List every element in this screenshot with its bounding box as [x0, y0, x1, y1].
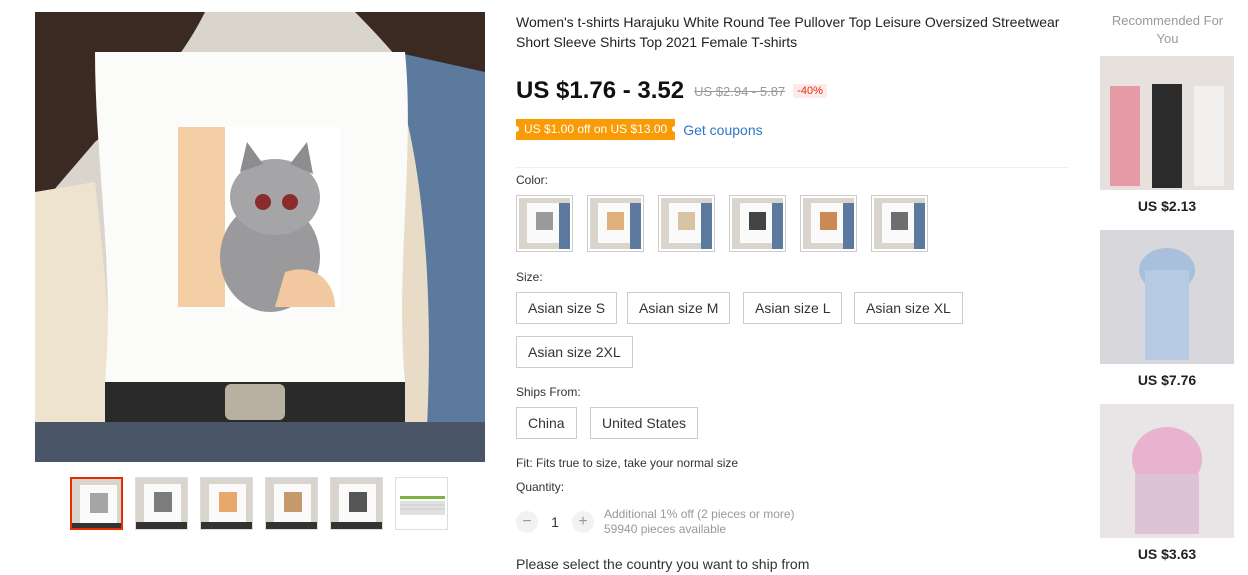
ships-from-united-states[interactable]: United States [590, 407, 699, 439]
original-price: US $2.94 - 5.87 [694, 83, 786, 99]
current-price: US $1.76 - 3.52 [516, 77, 685, 104]
get-coupons-link[interactable]: Get coupons [683, 122, 762, 138]
size-option-xl[interactable]: Asian size XL [854, 292, 963, 324]
color-swatches [516, 195, 928, 252]
quantity-label: Quantity: [516, 480, 565, 494]
quantity-info: Additional 1% off (2 pieces or more) 599… [604, 507, 795, 537]
color-swatch[interactable] [658, 195, 715, 252]
coupon-row: US $1.00 off on US $13.00 Get coupons [512, 119, 763, 140]
divider [516, 167, 1068, 168]
quantity-decrease-button[interactable]: − [516, 511, 538, 533]
main-product-image[interactable] [35, 12, 485, 462]
size-option-s[interactable]: Asian size S [516, 292, 618, 324]
thumbnail[interactable] [70, 477, 123, 530]
quantity-increase-button[interactable]: + [572, 511, 594, 533]
discount-badge: -40% [793, 84, 827, 98]
product-title: Women's t-shirts Harajuku White Round Te… [516, 14, 1060, 50]
recommended-column: Recommended For You US $2.13 US $7.76 US… [1095, 12, 1240, 562]
size-option-2xl[interactable]: Asian size 2XL [516, 336, 633, 368]
recommended-item-image[interactable] [1100, 404, 1234, 538]
bulk-discount-note: Additional 1% off (2 pieces or more) [604, 507, 795, 521]
quantity-stepper: − 1 + Additional 1% off (2 pieces or mor… [516, 507, 795, 537]
recommended-item[interactable]: US $3.63 [1100, 404, 1234, 562]
thumbnail-size-chart[interactable] [395, 477, 448, 530]
fit-note: Fit: Fits true to size, take your normal… [516, 456, 739, 470]
ships-from-china[interactable]: China [516, 407, 577, 439]
size-label: Size: [516, 270, 543, 284]
ship-country-prompt: Please select the country you want to sh… [516, 556, 810, 572]
thumbnail[interactable] [330, 477, 383, 530]
recommended-item-price: US $2.13 [1137, 198, 1197, 214]
recommended-title: Recommended For You [1111, 13, 1224, 46]
thumbnail[interactable] [200, 477, 253, 530]
thumbnail[interactable] [265, 477, 318, 530]
recommended-item-image[interactable] [1100, 230, 1234, 364]
size-option-m[interactable]: Asian size M [627, 292, 731, 324]
thumbnail[interactable] [135, 477, 188, 530]
pieces-available: 59940 pieces available [604, 522, 727, 536]
product-photo-tshirt-cat [35, 12, 485, 462]
color-swatch[interactable] [587, 195, 644, 252]
product-info: Women's t-shirts Harajuku White Round Te… [512, 12, 1072, 572]
price-row: US $1.76 - 3.52 US $2.94 - 5.87 -40% [516, 77, 827, 105]
color-swatch[interactable] [729, 195, 786, 252]
ships-from-label: Ships From: [516, 385, 581, 399]
recommended-item-price: US $7.76 [1137, 372, 1197, 388]
recommended-item[interactable]: US $7.76 [1100, 230, 1234, 388]
color-swatch[interactable] [871, 195, 928, 252]
recommended-item[interactable]: US $2.13 [1100, 56, 1234, 214]
color-label: Color: [516, 173, 549, 187]
color-swatch[interactable] [516, 195, 573, 252]
quantity-input[interactable]: 1 [538, 514, 572, 530]
recommended-item-image[interactable] [1100, 56, 1234, 190]
size-option-l[interactable]: Asian size L [743, 292, 843, 324]
color-swatch[interactable] [800, 195, 857, 252]
coupon-badge: US $1.00 off on US $13.00 [512, 119, 679, 140]
recommended-item-price: US $3.63 [1137, 546, 1197, 562]
thumbnail-strip [70, 477, 448, 530]
